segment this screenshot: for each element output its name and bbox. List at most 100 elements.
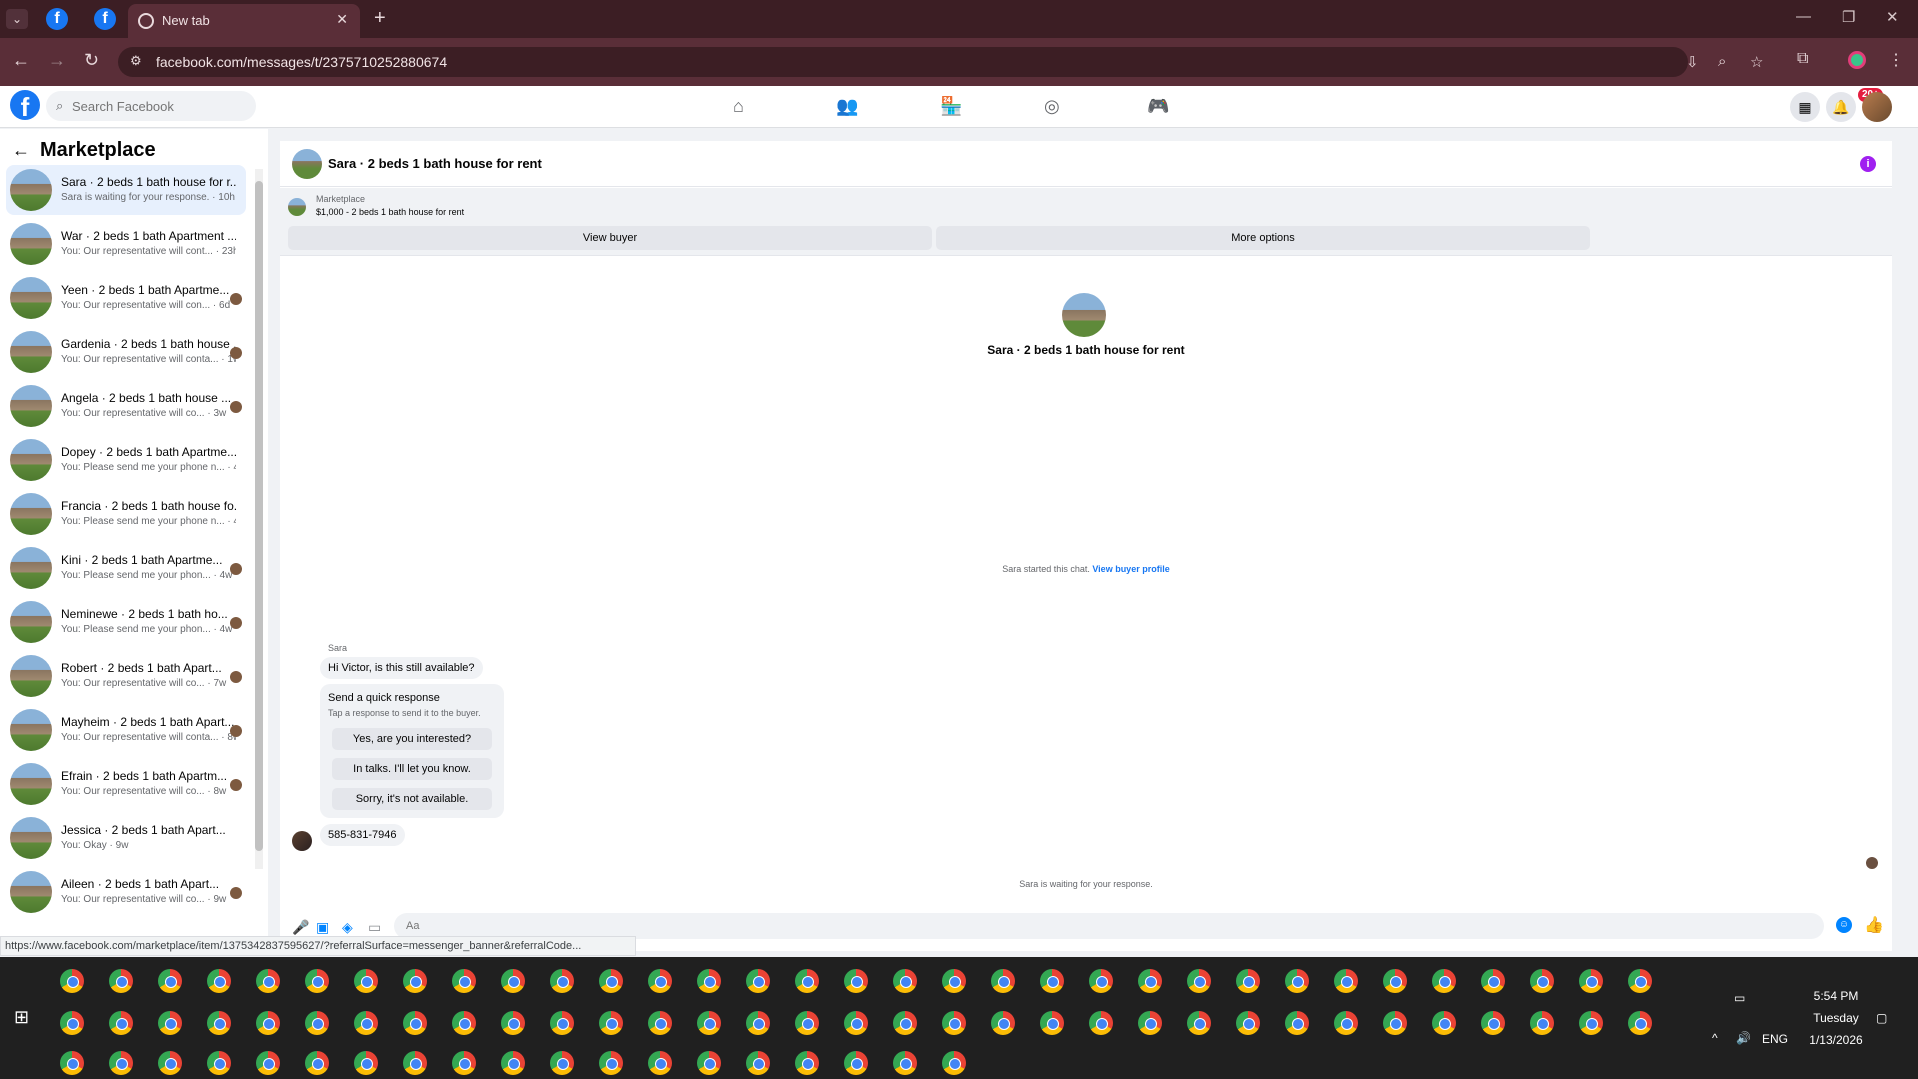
conversation-item[interactable]: Dopey · 2 beds 1 bath Apartme... You: Ple… [6,435,246,485]
facebook-logo[interactable]: f [10,90,40,120]
taskbar-app-icon[interactable] [746,969,770,993]
taskbar-app-icon[interactable] [795,1051,819,1075]
taskbar-app-icon[interactable] [1285,1011,1309,1035]
taskbar-app-icon[interactable] [1040,969,1064,993]
groups-icon[interactable]: ◎ [1044,96,1060,117]
taskbar-app-icon[interactable] [844,969,868,993]
taskbar-app-icon[interactable] [305,1011,329,1035]
conversation-item[interactable]: Yeen · 2 beds 1 bath Apartme... You: Our … [6,273,246,323]
taskbar-app-icon[interactable] [942,1051,966,1075]
taskbar-app-icon[interactable] [746,1051,770,1075]
taskbar-app-icon[interactable] [403,969,427,993]
taskbar-app-icon[interactable] [1383,969,1407,993]
taskbar-app-icon[interactable] [60,1011,84,1035]
taskbar-app-icon[interactable] [795,1011,819,1035]
taskbar-app-icon[interactable] [501,1011,525,1035]
taskbar-app-icon[interactable] [893,969,917,993]
taskbar-app-icon[interactable] [403,1051,427,1075]
taskbar-app-icon[interactable] [599,1051,623,1075]
taskbar-app-icon[interactable] [991,1011,1015,1035]
taskbar-app-icon[interactable] [1138,1011,1162,1035]
taskbar-app-icon[interactable] [1236,969,1260,993]
quick-reply-sorry-button[interactable]: Sorry, it's not available. [332,788,492,810]
extensions-icon[interactable]: ⧉ [1797,50,1808,68]
taskbar-app-icon[interactable] [599,1011,623,1035]
taskbar-app-icon[interactable] [1334,1011,1358,1035]
taskbar-app-icon[interactable] [354,1051,378,1075]
more-options-button[interactable]: More options [936,226,1590,250]
conversation-item[interactable]: Robert · 2 beds 1 bath Apart... You: Our … [6,651,246,701]
taskbar-app-icon[interactable] [1334,969,1358,993]
account-avatar[interactable] [1862,92,1892,122]
info-icon[interactable]: i [1860,156,1876,172]
conversation-item[interactable]: Angela · 2 beds 1 bath house ... You: Our… [6,381,246,431]
url-text[interactable]: facebook.com/messages/t/2375710252880674 [156,54,447,70]
taskbar-app-icon[interactable] [1432,969,1456,993]
taskbar-app-icon[interactable] [403,1011,427,1035]
facebook-tab-icon[interactable]: f [94,8,116,30]
tab-search-button[interactable]: ⌄ [6,9,28,29]
taskbar-app-icon[interactable] [1579,1011,1603,1035]
windows-start-icon[interactable]: ⊞ [14,1007,29,1028]
taskbar-app-icon[interactable] [1481,969,1505,993]
photo-icon[interactable]: ▣ [316,919,329,936]
taskbar-app-icon[interactable] [305,1051,329,1075]
zoom-icon[interactable]: ⌕ [1718,53,1726,70]
conversation-item[interactable]: Sara · 2 beds 1 bath house for r... Sara … [6,165,246,215]
taskbar-app-icon[interactable] [697,1011,721,1035]
taskbar-app-icon[interactable] [550,1011,574,1035]
volume-icon[interactable]: 🔊 [1736,1031,1751,1045]
profile-icon[interactable] [1848,51,1866,69]
new-tab-button[interactable]: + [374,7,386,30]
taskbar-app-icon[interactable] [1089,969,1113,993]
search-input[interactable] [72,91,252,121]
back-icon[interactable]: ← [12,50,30,71]
taskbar-app-icon[interactable] [354,969,378,993]
taskbar-app-icon[interactable] [844,1051,868,1075]
menu-grid-icon[interactable]: ▦ [1790,92,1820,122]
quick-reply-yes-button[interactable]: Yes, are you interested? [332,728,492,750]
taskbar-app-icon[interactable] [109,1051,133,1075]
menu-icon[interactable]: ⋮ [1888,50,1904,70]
taskbar-app-icon[interactable] [795,969,819,993]
taskbar-app-icon[interactable] [158,1051,182,1075]
view-buyer-button[interactable]: View buyer [288,226,932,250]
chat-avatar[interactable] [292,149,322,179]
conversation-item[interactable]: War · 2 beds 1 bath Apartment ... You: Ou… [6,219,246,269]
taskbar-app-icon[interactable] [550,1051,574,1075]
taskbar-app-icon[interactable] [942,969,966,993]
message-bubble-phone[interactable]: 585-831-7946 [320,824,405,846]
conversation-item[interactable]: Jessica · 2 beds 1 bath Apart... You: Oka… [6,813,246,863]
taskbar-app-icon[interactable] [648,1011,672,1035]
taskbar-app-icon[interactable] [697,969,721,993]
microphone-icon[interactable]: 🎤 [292,919,309,936]
taskbar-app-icon[interactable] [207,1011,231,1035]
taskbar-app-icon[interactable] [207,969,231,993]
conversation-item[interactable]: Aileen · 2 beds 1 bath Apart... You: Our … [6,867,246,917]
scrollbar-thumb[interactable] [255,181,263,851]
site-info-icon[interactable]: ⚙ [130,53,142,69]
taskbar-app-icon[interactable] [893,1011,917,1035]
taskbar-app-icon[interactable] [1187,1011,1211,1035]
language-indicator[interactable]: ENG [1762,1032,1788,1046]
taskbar-app-icon[interactable] [648,969,672,993]
bookmark-star-icon[interactable]: ☆ [1750,53,1763,71]
taskbar-app-icon[interactable] [305,969,329,993]
clock-day[interactable]: Tuesday [1806,1011,1866,1025]
taskbar-app-icon[interactable] [599,969,623,993]
taskbar-app-icon[interactable] [1481,1011,1505,1035]
tab-close-icon[interactable]: ✕ [336,11,348,28]
conversation-item[interactable]: Mayheim · 2 beds 1 bath Apart... You: Our… [6,705,246,755]
taskbar-app-icon[interactable] [256,1051,280,1075]
taskbar-app-icon[interactable] [1089,1011,1113,1035]
message-bubble[interactable]: Hi Victor, is this still available? [320,657,483,679]
gif-icon[interactable]: ▭ [368,919,381,936]
taskbar-app-icon[interactable] [844,1011,868,1035]
taskbar-app-icon[interactable] [1432,1011,1456,1035]
conversation-item[interactable]: Efrain · 2 beds 1 bath Apartm... You: Our… [6,759,246,809]
taskbar-app-icon[interactable] [942,1011,966,1035]
like-icon[interactable]: 👍 [1864,915,1884,935]
conversation-item[interactable]: Gardenia · 2 beds 1 bath house ... You: O… [6,327,246,377]
taskbar-app-icon[interactable] [452,1051,476,1075]
install-icon[interactable]: ⇩ [1686,53,1699,71]
